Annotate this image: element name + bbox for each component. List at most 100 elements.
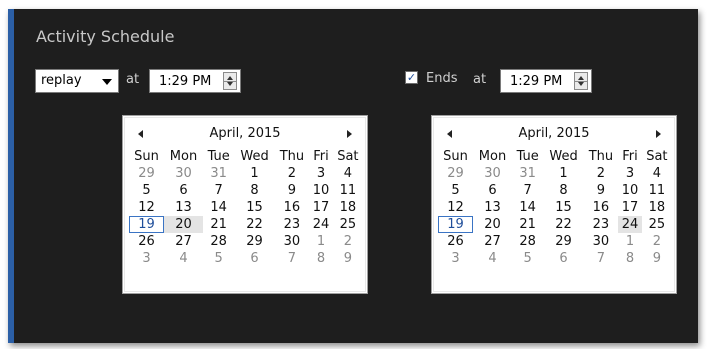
calendar-day[interactable]: 5: [129, 182, 164, 199]
calendar-day[interactable]: 6: [234, 250, 274, 267]
calendar-day[interactable]: 11: [333, 182, 363, 199]
calendar-day[interactable]: 7: [275, 250, 310, 267]
calendar-day[interactable]: 4: [164, 250, 203, 267]
calendar-day[interactable]: 5: [438, 182, 473, 199]
calendar-day[interactable]: 31: [512, 165, 544, 182]
end-time-spinner[interactable]: [574, 72, 588, 90]
calendar-day[interactable]: 23: [275, 216, 310, 233]
calendar-day[interactable]: 3: [438, 250, 473, 267]
calendar-day[interactable]: 11: [642, 182, 672, 199]
spin-down-icon[interactable]: [227, 82, 233, 86]
calendar-day[interactable]: 19: [129, 216, 165, 233]
calendar-day[interactable]: 3: [309, 165, 332, 182]
calendar-day[interactable]: 26: [438, 233, 473, 250]
calendar-day[interactable]: 21: [203, 216, 235, 233]
calendar-day[interactable]: 2: [584, 165, 619, 182]
calendar-day[interactable]: 2: [333, 233, 363, 250]
calendar-day[interactable]: 26: [129, 233, 164, 250]
calendar-day[interactable]: 8: [309, 250, 332, 267]
spin-down-icon[interactable]: [578, 82, 584, 86]
calendar-day[interactable]: 9: [642, 250, 672, 267]
calendar-day[interactable]: 6: [543, 250, 583, 267]
calendar-day[interactable]: 8: [234, 182, 274, 199]
calendar-day[interactable]: 23: [584, 216, 619, 233]
calendar-day[interactable]: 18: [333, 199, 363, 216]
calendar-day[interactable]: 9: [584, 182, 619, 199]
calendar-day[interactable]: 20: [473, 216, 512, 233]
start-time-spinner[interactable]: [223, 72, 237, 90]
calendar-day[interactable]: 22: [234, 216, 274, 233]
calendar-day[interactable]: 9: [275, 182, 310, 199]
calendar-day[interactable]: 1: [309, 233, 332, 250]
calendar-day[interactable]: 5: [203, 250, 235, 267]
spin-up-icon[interactable]: [578, 76, 584, 80]
ends-checkbox[interactable]: ✓: [405, 71, 418, 84]
calendar-day[interactable]: 30: [275, 233, 310, 250]
calendar-day[interactable]: 21: [512, 216, 544, 233]
calendar-day[interactable]: 1: [618, 233, 641, 250]
calendar-day[interactable]: 19: [438, 216, 474, 233]
calendar-day[interactable]: 7: [203, 182, 235, 199]
start-time-input[interactable]: 1:29 PM: [149, 69, 241, 93]
calendar-day[interactable]: 25: [642, 216, 672, 233]
calendar-day[interactable]: 25: [333, 216, 363, 233]
calendar-day[interactable]: 8: [543, 182, 583, 199]
calendar-month-label[interactable]: April, 2015: [123, 126, 367, 141]
calendar-month-label[interactable]: April, 2015: [432, 126, 676, 141]
calendar-day[interactable]: 17: [618, 199, 641, 216]
calendar-day[interactable]: 29: [129, 165, 164, 182]
repeat-mode-select[interactable]: replay: [35, 69, 119, 93]
calendar-day[interactable]: 3: [618, 165, 641, 182]
calendar-day[interactable]: 28: [203, 233, 235, 250]
calendar-day[interactable]: 20: [164, 216, 203, 233]
calendar-day[interactable]: 10: [618, 182, 641, 199]
calendar-day[interactable]: 6: [473, 182, 512, 199]
calendar-day[interactable]: 24: [618, 216, 642, 233]
calendar-day[interactable]: 9: [333, 250, 363, 267]
calendar-day[interactable]: 7: [512, 182, 544, 199]
end-time-input[interactable]: 1:29 PM: [500, 69, 592, 93]
calendar-day[interactable]: 13: [164, 199, 203, 216]
calendar-day[interactable]: 5: [512, 250, 544, 267]
calendar-day[interactable]: 29: [234, 233, 274, 250]
calendar-day[interactable]: 16: [275, 199, 310, 216]
calendar-day[interactable]: 10: [309, 182, 332, 199]
calendar-day[interactable]: 30: [164, 165, 203, 182]
calendar-day[interactable]: 14: [203, 199, 235, 216]
calendar-day[interactable]: 22: [543, 216, 583, 233]
calendar-day[interactable]: 2: [642, 233, 672, 250]
calendar-day[interactable]: 24: [309, 216, 332, 233]
calendar-day[interactable]: 16: [584, 199, 619, 216]
weekday-header: Wed: [549, 149, 578, 164]
calendar-day[interactable]: 17: [309, 199, 332, 216]
calendar-day[interactable]: 7: [584, 250, 619, 267]
calendar-day[interactable]: 30: [584, 233, 619, 250]
calendar-day[interactable]: 15: [543, 199, 583, 216]
next-month-icon[interactable]: [656, 130, 661, 138]
calendar-week-row: 29 30 31 1 2 3 4: [129, 165, 363, 182]
calendar-day[interactable]: 2: [275, 165, 310, 182]
calendar-day[interactable]: 27: [164, 233, 203, 250]
calendar-day[interactable]: 4: [473, 250, 512, 267]
calendar-day[interactable]: 13: [473, 199, 512, 216]
calendar-day[interactable]: 29: [543, 233, 583, 250]
calendar-day[interactable]: 27: [473, 233, 512, 250]
calendar-day[interactable]: 28: [512, 233, 544, 250]
calendar-day[interactable]: 14: [512, 199, 544, 216]
calendar-day[interactable]: 1: [234, 165, 274, 182]
calendar-day[interactable]: 1: [543, 165, 583, 182]
calendar-day[interactable]: 3: [129, 250, 164, 267]
calendar-day[interactable]: 18: [642, 199, 672, 216]
calendar-day[interactable]: 15: [234, 199, 274, 216]
calendar-day[interactable]: 8: [618, 250, 641, 267]
calendar-day[interactable]: 4: [333, 165, 363, 182]
calendar-day[interactable]: 6: [164, 182, 203, 199]
calendar-day[interactable]: 29: [438, 165, 473, 182]
calendar-day[interactable]: 30: [473, 165, 512, 182]
calendar-day[interactable]: 12: [129, 199, 164, 216]
calendar-day[interactable]: 31: [203, 165, 235, 182]
calendar-day[interactable]: 4: [642, 165, 672, 182]
calendar-day[interactable]: 12: [438, 199, 473, 216]
next-month-icon[interactable]: [347, 130, 352, 138]
spin-up-icon[interactable]: [227, 76, 233, 80]
